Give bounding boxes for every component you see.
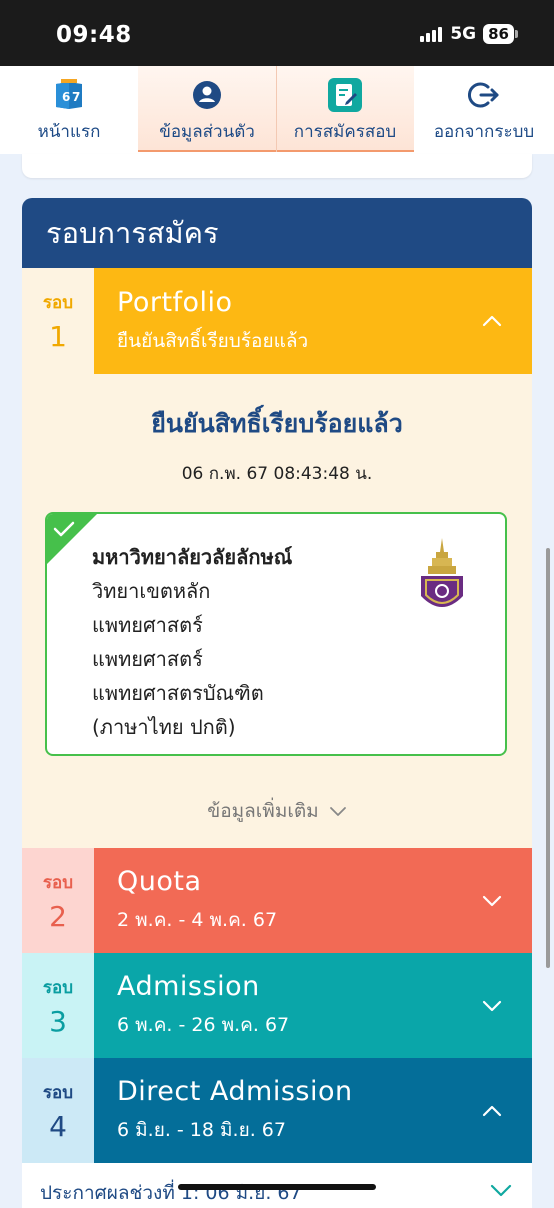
chevron-up-icon [482, 1105, 502, 1116]
more-info-toggle[interactable]: ข้อมูลเพิ่มเติม [22, 796, 532, 826]
round-4-name: Direct Admission [117, 1076, 353, 1107]
chevron-down-icon [490, 1184, 512, 1197]
program-type: (ภาษาไทย ปกติ) [92, 715, 236, 739]
nav-home[interactable]: 6 7 หน้าแรก [0, 66, 138, 152]
nav-application-label: การสมัครสอบ [293, 122, 397, 142]
chevron-down-icon [329, 807, 346, 816]
round-3-label: รอบ [42, 977, 74, 998]
round-3-number: 3 [49, 1004, 67, 1038]
round-3-name: Admission [117, 971, 260, 1002]
profile-card-bottom [22, 154, 532, 178]
round-2-subtitle: 2 พ.ค. - 4 พ.ค. 67 [117, 909, 278, 931]
round-2-name: Quota [117, 866, 202, 897]
scrollbar[interactable] [546, 548, 550, 968]
department-name: แพทยศาสตร์ [92, 647, 203, 671]
network-type: 5G [450, 24, 477, 44]
logout-icon [468, 78, 500, 112]
round-3-badge: รอบ 3 [22, 953, 94, 1058]
round-4-header[interactable]: รอบ 4 Direct Admission 6 มิ.ย. - 18 มิ.ย… [22, 1058, 532, 1163]
nav-profile[interactable]: ข้อมูลส่วนตัว [138, 66, 276, 152]
university-logo [421, 538, 463, 607]
university-name: มหาวิทยาลัยวลัยลักษณ์ [92, 545, 293, 569]
faculty-name: แพทยศาสตร์ [92, 613, 203, 637]
panel-title: รอบการสมัคร [22, 198, 532, 268]
round-1-number: 1 [49, 320, 67, 353]
round-3-subtitle: 6 พ.ค. - 26 พ.ค. 67 [117, 1014, 290, 1036]
profile-icon [192, 78, 222, 112]
university-info: มหาวิทยาลัยวลัยลักษณ์ วิทยาเขตหลัก แพทยศ… [92, 540, 292, 744]
round-1-label: รอบ [42, 293, 74, 313]
round-1-header[interactable]: รอบ 1 Portfolio ยืนยันสิทธิ์เรียบร้อยแล้… [22, 268, 532, 374]
confirmation-title: ยืนยันสิทธิ์เรียบร้อยแล้ว [151, 409, 403, 438]
status-time: 09:48 [56, 22, 132, 48]
more-info-label: ข้อมูลเพิ่มเติม [207, 800, 319, 822]
round-4-subtitle: 6 มิ.ย. - 18 มิ.ย. 67 [117, 1119, 286, 1141]
status-indicators: 5G 86 [420, 24, 518, 44]
nav-logout[interactable]: ออกจากระบบ [414, 66, 554, 152]
confirmation-timestamp: 06 ก.พ. 67 08:43:48 น. [181, 464, 373, 484]
check-icon [53, 521, 75, 537]
status-bar: 09:48 5G 86 [0, 0, 554, 66]
home-67-icon: 6 7 [53, 78, 85, 112]
program-name: แพทยศาสตรบัณฑิต [92, 681, 264, 705]
nav-logout-label: ออกจากระบบ [433, 122, 535, 142]
round-1-badge: รอบ 1 [22, 268, 94, 374]
round-1-subtitle: ยืนยันสิทธิ์เรียบร้อยแล้ว [117, 329, 309, 352]
round-4-number: 4 [49, 1109, 67, 1143]
university-card: มหาวิทยาลัยวลัยลักษณ์ วิทยาเขตหลัก แพทยศ… [45, 512, 507, 756]
round-1-name: Portfolio [117, 286, 233, 318]
chevron-down-icon [482, 1000, 502, 1011]
round-2-badge: รอบ 2 [22, 848, 94, 953]
signal-icon [420, 26, 443, 42]
top-nav: 6 7 หน้าแรก ข้อมูลส่วนตัว การสมัครสอบ ออ… [0, 66, 554, 154]
round-2-label: รอบ [42, 872, 74, 893]
nav-home-label: หน้าแรก [37, 122, 101, 142]
application-form-icon [328, 78, 362, 112]
chevron-down-icon [482, 895, 502, 906]
svg-text:6: 6 [62, 90, 70, 104]
result-announcement-label: ประกาศผลช่วงที่ 1: 06 มิ.ย. 67 [40, 1182, 302, 1204]
svg-text:7: 7 [72, 90, 80, 104]
rounds-panel: รอบการสมัคร รอบ 1 Portfolio ยืนยันสิทธิ์… [22, 198, 532, 1208]
round-2-header[interactable]: รอบ 2 Quota 2 พ.ค. - 4 พ.ค. 67 [22, 848, 532, 953]
campus-name: วิทยาเขตหลัก [92, 579, 211, 603]
nav-profile-label: ข้อมูลส่วนตัว [159, 122, 255, 142]
battery-level: 86 [483, 24, 514, 44]
round-2-number: 2 [49, 899, 67, 933]
battery-icon: 86 [483, 24, 518, 44]
round-1-details: ยืนยันสิทธิ์เรียบร้อยแล้ว 06 ก.พ. 67 08:… [22, 374, 532, 848]
nav-application[interactable]: การสมัครสอบ [276, 66, 414, 152]
round-4-badge: รอบ 4 [22, 1058, 94, 1163]
chevron-up-icon [482, 315, 502, 327]
round-3-header[interactable]: รอบ 3 Admission 6 พ.ค. - 26 พ.ค. 67 [22, 953, 532, 1058]
round-4-label: รอบ [42, 1082, 74, 1103]
home-indicator[interactable] [178, 1184, 376, 1190]
